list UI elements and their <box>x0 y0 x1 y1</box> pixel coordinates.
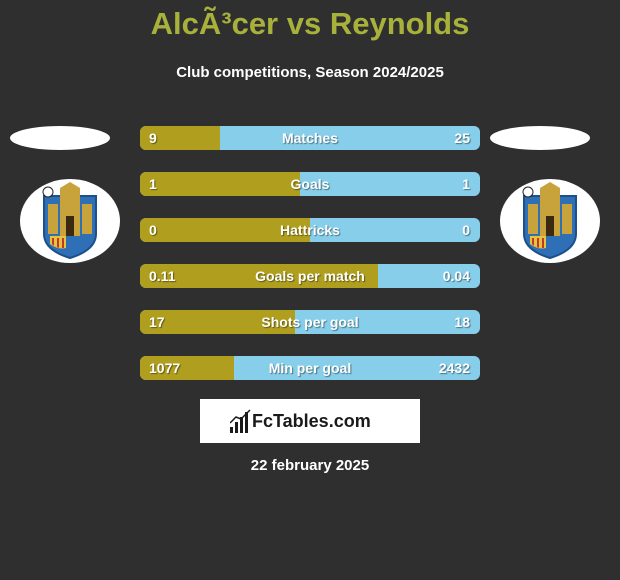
left-value: 1077 <box>149 360 181 376</box>
club-crest-icon <box>42 182 97 260</box>
stat-row-goals-per-match: Goals per match 0.11 0.04 <box>140 264 480 288</box>
stat-row-min-per-goal: Min per goal 1077 2432 <box>140 356 480 380</box>
left-value: 9 <box>149 130 157 146</box>
stat-row-matches: Matches 9 25 <box>140 126 480 150</box>
stat-label: Goals <box>290 176 330 192</box>
right-value: 18 <box>454 314 470 330</box>
left-team-name-oval <box>10 126 110 150</box>
left-value: 0.11 <box>149 268 176 284</box>
right-value: 2432 <box>438 360 470 376</box>
stat-row-hattricks: Hattricks 0 0 <box>140 218 480 242</box>
page-title: AlcÃ³cer vs Reynolds <box>150 6 470 41</box>
report-date: 22 february 2025 <box>250 457 370 474</box>
brand-name: FcTables.com <box>252 411 371 431</box>
left-team-logo[interactable] <box>20 179 120 263</box>
right-value: 0 <box>462 222 470 238</box>
right-team-name-oval <box>490 126 590 150</box>
stat-label: Goals per match <box>255 268 365 284</box>
stat-row-shots-per-goal: Shots per goal 17 18 <box>140 310 480 334</box>
bar-chart-icon <box>230 409 251 433</box>
stat-row-goals: Goals 1 1 <box>140 172 480 196</box>
left-value: 17 <box>149 314 165 330</box>
stat-label: Matches <box>281 130 339 146</box>
right-value: 0.04 <box>442 268 470 284</box>
right-value: 25 <box>454 130 470 146</box>
club-crest-icon <box>522 182 577 260</box>
left-value: 0 <box>149 222 157 238</box>
left-value: 1 <box>149 176 157 192</box>
competition-subtitle: Club competitions, Season 2024/2025 <box>176 64 444 81</box>
stat-label: Min per goal <box>268 360 352 376</box>
stat-label: Hattricks <box>280 222 340 238</box>
right-value: 1 <box>462 176 470 192</box>
stat-label: Shots per goal <box>261 314 359 330</box>
right-team-logo[interactable] <box>500 179 600 263</box>
fctables-brand-logo[interactable]: FcTables.com <box>200 399 420 443</box>
